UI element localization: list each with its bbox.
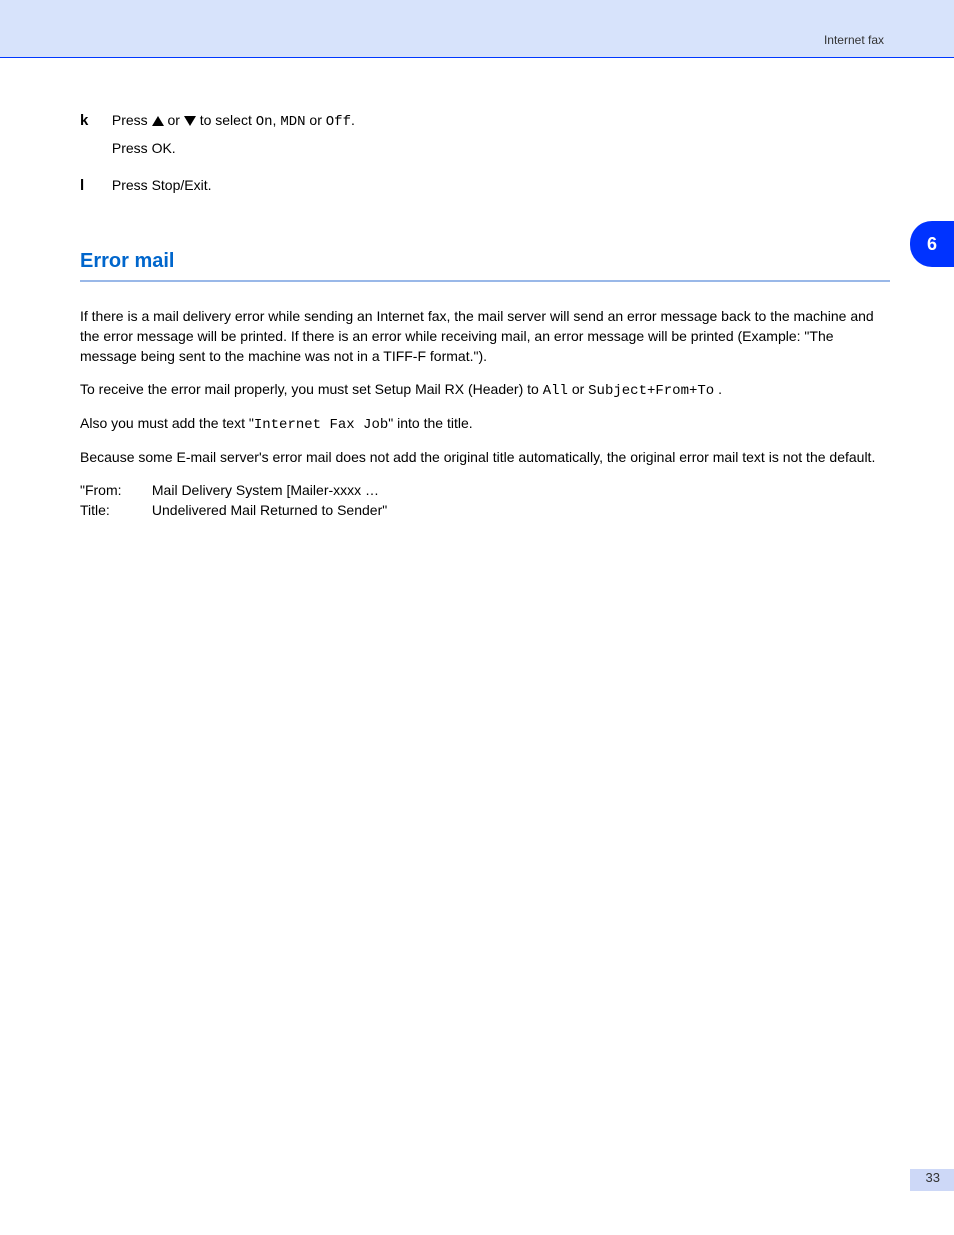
- page-number: 33: [926, 1169, 940, 1188]
- page-header-text: Internet fax: [824, 32, 884, 49]
- step-k-line2: Press OK.: [112, 138, 872, 158]
- page-header-bar: Internet fax: [0, 0, 954, 58]
- option-mdn: MDN: [280, 114, 305, 130]
- mail-title-label: Title:: [80, 500, 148, 520]
- error-mail-p2: To receive the error mail properly, you …: [80, 379, 890, 401]
- error-mail-p4: Because some E-mail server's error mail …: [80, 447, 890, 467]
- step-l-line: Press Stop/Exit.: [112, 175, 872, 195]
- section-title-error-mail: Error mail: [80, 247, 890, 276]
- step-k: k Press or to select On, MDN or Off. Pre…: [80, 110, 890, 165]
- option-off: Off: [326, 114, 351, 130]
- error-mail-example: "From: Mail Delivery System [Mailer-xxxx…: [80, 480, 890, 521]
- step-l-label: l: [80, 175, 108, 197]
- mail-from-value: Mail Delivery System [Mailer-xxxx …: [152, 482, 379, 498]
- step-k-line1: Press or to select On, MDN or Off.: [112, 110, 872, 132]
- error-mail-p1: If there is a mail delivery error while …: [80, 306, 890, 367]
- arrow-down-icon: [184, 116, 196, 126]
- chapter-side-tab: 6: [910, 221, 954, 267]
- section-body: If there is a mail delivery error while …: [80, 306, 890, 520]
- arrow-up-icon: [152, 116, 164, 126]
- chapter-number: 6: [927, 231, 937, 257]
- step-l: l Press Stop/Exit.: [80, 175, 890, 201]
- mail-from-label: "From:: [80, 480, 148, 500]
- section-rule: [80, 280, 890, 282]
- option-on: On: [256, 114, 273, 130]
- mail-title-value: Undelivered Mail Returned to Sender": [152, 502, 387, 518]
- step-k-label: k: [80, 110, 108, 132]
- error-mail-p3: Also you must add the text "Internet Fax…: [80, 413, 890, 435]
